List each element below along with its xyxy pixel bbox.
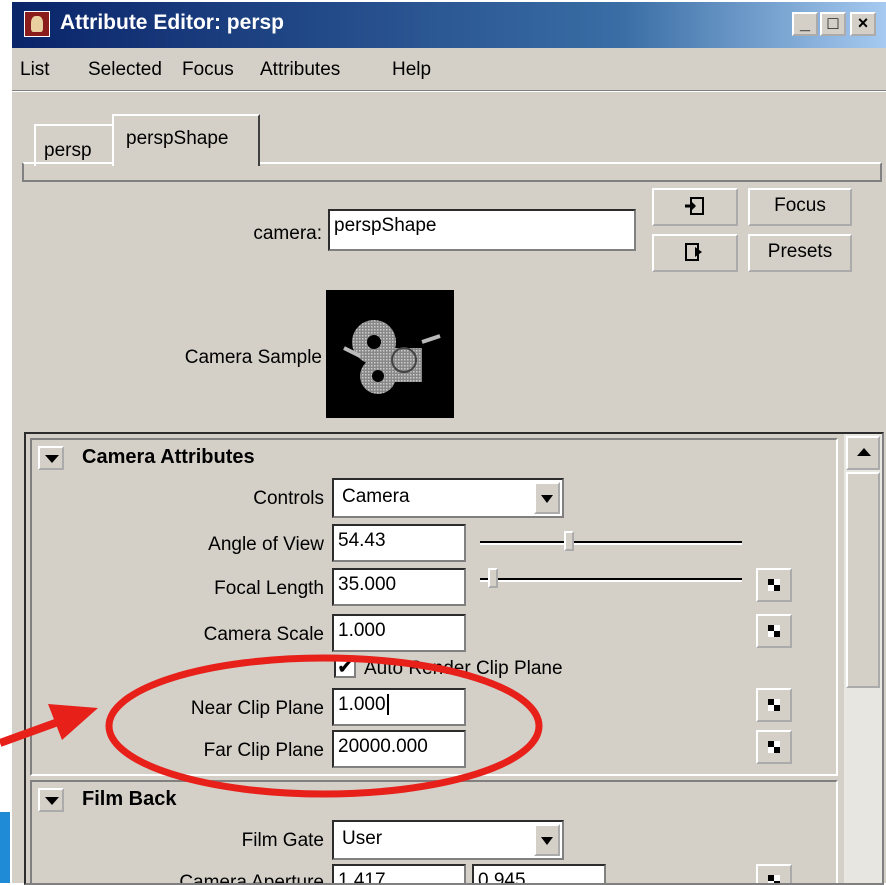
annotation-arrow-shaft xyxy=(0,718,60,747)
tab-perspshape[interactable]: perspShape xyxy=(112,114,260,166)
highlight-ellipse xyxy=(105,654,543,798)
annotation-arrow-head xyxy=(48,704,98,740)
tab-perspshape-label: perspShape xyxy=(126,128,229,149)
